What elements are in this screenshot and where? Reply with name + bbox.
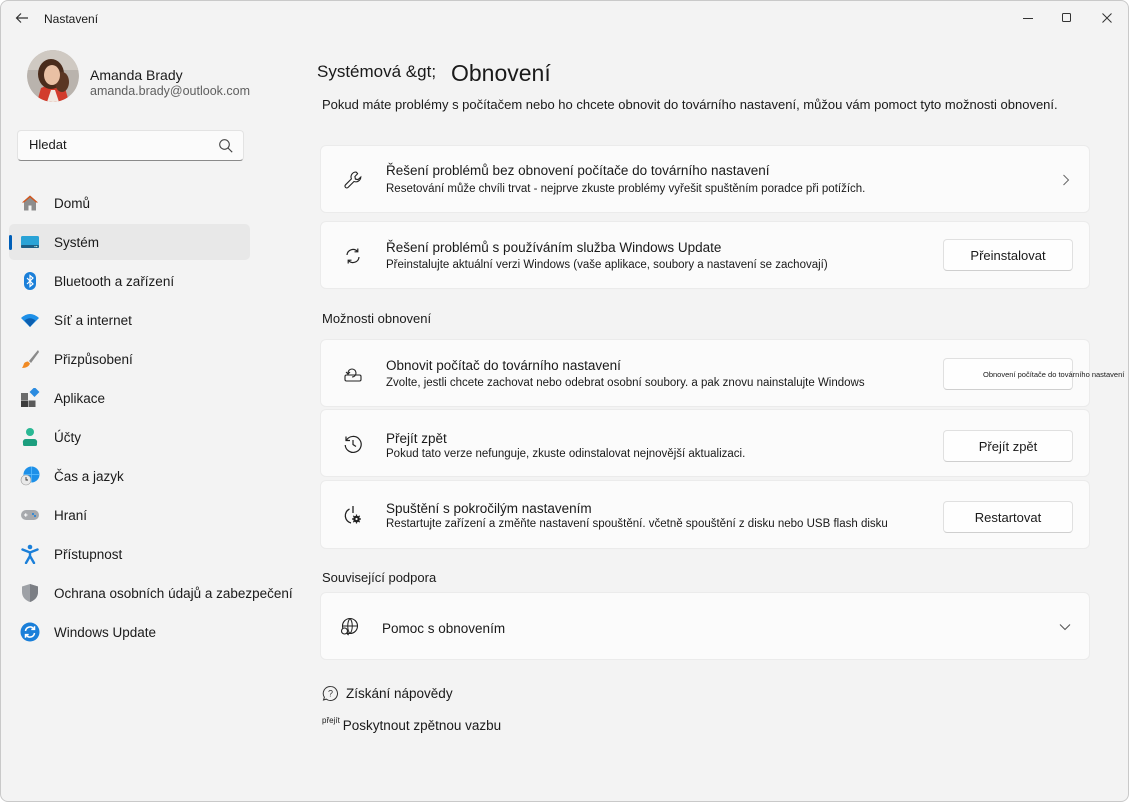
history-icon [344,435,362,453]
sidebar-item-accounts[interactable]: Účty [9,419,250,455]
sync-icon [346,248,360,264]
brush-icon [22,350,39,368]
sidebar-item-label: Síť a internet [54,312,132,328]
card-description: Zvolte, jestli chcete zachovat nebo odeb… [386,377,865,389]
settings-window: Nastavení Amanda Brady amanda.brady@outl… [0,0,1129,802]
user-photo-icon [27,50,79,102]
account-icon [22,428,38,446]
avatar[interactable] [27,50,79,102]
maximize-icon [1062,13,1071,22]
sidebar-item-system[interactable]: Systém [9,224,250,260]
gaming-icon [21,510,39,520]
time-language-icon [20,466,40,486]
home-icon [22,195,38,211]
sidebar-item-apps[interactable]: Aplikace [9,380,250,416]
bluetooth-icon [24,272,36,290]
sidebar-item-label: Účty [54,429,81,445]
minimize-icon [1023,18,1033,19]
sidebar-item-label: Ochrana osobních údajů a zabezpečení [54,585,293,601]
sidebar-item-label: Hraní [54,507,88,523]
sidebar-item-home[interactable]: Domů [9,185,250,221]
reset-pc-card: Obnovit počítač do továrního nastavení Z… [320,339,1124,407]
chevron-down-icon[interactable] [1058,622,1072,632]
troubleshoot-card[interactable]: Řešení problémů bez obnovení počítače do… [320,145,1090,213]
user-email: amanda.brady@outlook.com [90,84,250,98]
back-button[interactable] [13,9,31,27]
feedback-icon-placeholder: přejít [322,716,340,725]
sidebar-item-personalization[interactable]: Přizpůsobení [9,341,250,377]
recovery-options-heading: Možnosti obnovení [322,311,432,326]
shield-icon [22,584,38,602]
card-title: Obnovit počítač do továrního nastavení [386,358,621,373]
svg-text:?: ? [328,689,333,699]
active-indicator [9,235,12,250]
go-back-button[interactable]: Přejít zpět [943,430,1073,462]
go-back-card: Přejít zpět Pokud tato verze nefunguje, … [320,409,1090,477]
card-title: Přejít zpět [386,431,447,446]
wifi-icon [21,314,39,327]
sidebar-item-gaming[interactable]: Hraní [9,497,250,533]
sidebar-item-label: Čas a jazyk [54,468,124,484]
help-icon: ? [322,685,338,701]
reset-pc-icon [344,368,362,382]
reinstall-windows-card: Řešení problémů s používáním služba Wind… [320,221,1090,289]
card-title: Spuštění s pokročilým nastavením [386,501,592,516]
sidebar-item-label: Přístupnost [54,546,123,562]
page-description: Pokud máte problémy s počítačem nebo ho … [322,97,1058,112]
system-icon [21,236,39,248]
sidebar-nav: Domů Systém Bluetooth a zařízení Síť a i… [9,185,293,653]
sidebar-item-bluetooth[interactable]: Bluetooth a zařízení [9,263,250,299]
chevron-right-icon [1063,174,1070,186]
sidebar-item-label: Windows Update [54,624,157,640]
card-title: Řešení problémů bez obnovení počítače do… [386,163,770,178]
reinstall-button[interactable]: Přeinstalovat [943,239,1073,271]
sidebar-item-label: Aplikace [54,390,106,406]
page-title: Obnovení [451,60,551,86]
app-title: Nastavení [44,12,99,26]
search-icon[interactable] [218,138,234,154]
card-description: Resetování může chvíli trvat - nejprve z… [386,183,866,195]
apps-icon [21,388,40,407]
wrench-icon [344,171,362,189]
sidebar-item-label: Domů [54,195,91,211]
sidebar-item-label: Systém [54,234,100,250]
accessibility-icon [21,544,39,564]
advanced-startup-icon [344,506,361,524]
sidebar-item-label: Bluetooth a zařízení [54,273,175,289]
close-icon [1102,13,1112,23]
reset-pc-button[interactable]: Obnovení počítače do továrního nastavení [943,358,1124,390]
feedback-link[interactable]: přejít Poskytnout zpětnou vazbu [322,716,502,733]
card-description: Pokud tato verze nefunguje, zkuste odins… [386,448,746,460]
sidebar-item-network[interactable]: Síť a internet [9,302,250,338]
card-title: Pomoc s obnovením [382,621,506,636]
card-title: Řešení problémů s používáním služba Wind… [386,240,722,255]
card-description: Přeinstalujte aktuální verzi Windows (va… [386,259,828,271]
sidebar-item-time-language[interactable]: Čas a jazyk [9,458,250,494]
sidebar-item-windows-update[interactable]: Windows Update [9,614,250,650]
maximize-button[interactable] [1052,7,1082,29]
get-help-label: Získání nápovědy [346,686,453,701]
restart-button[interactable]: Restartovat [943,501,1073,533]
related-support-heading: Související podpora [322,570,437,585]
get-help-link[interactable]: ? Získání nápovědy [322,685,453,702]
sidebar-item-label: Přizpůsobení [54,351,133,367]
sidebar-item-accessibility[interactable]: Přístupnost [9,536,250,572]
search-box[interactable] [17,130,244,161]
search-input[interactable] [29,137,209,152]
user-name: Amanda Brady [90,67,183,83]
minimize-button[interactable] [1013,7,1043,29]
sidebar-item-privacy-security[interactable]: Ochrana osobních údajů a zabezpečení [9,575,293,611]
advanced-startup-card: Spuštění s pokročilým nastavením Restart… [320,480,1090,549]
back-arrow-icon [15,13,28,23]
close-button[interactable] [1092,7,1122,29]
globe-search-icon [340,617,359,636]
title-bar: Nastavení [1,1,1128,35]
recovery-help-expander[interactable]: Pomoc s obnovením [320,592,1090,660]
feedback-label: Poskytnout zpětnou vazbu [342,718,502,733]
windows-update-icon [20,622,40,642]
card-description: Restartujte zařízení a změňte nastavení … [386,518,888,530]
breadcrumb-parent[interactable]: Systémová &gt; [317,62,436,82]
